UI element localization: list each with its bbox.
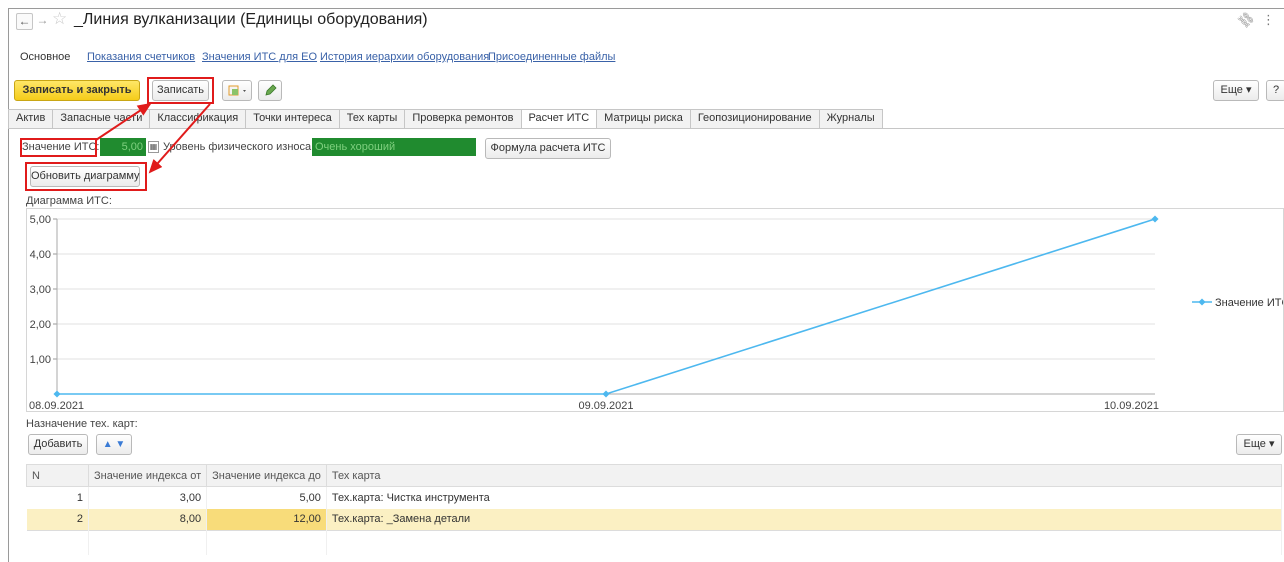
row-tech-card[interactable]: Тех.карта: Чистка инструмента	[326, 486, 1283, 509]
row-index-from[interactable]: 8,00	[88, 508, 208, 531]
wear-level-field[interactable]: Очень хороший	[312, 138, 476, 156]
tab-its-calculation[interactable]: Расчет ИТС	[520, 109, 598, 129]
table-empty-row	[26, 530, 1283, 555]
its-chart-svg: 5,00 4,00 3,00 2,00 1,00 08.09.2021 09.09.2021…	[29, 214, 1284, 412]
tab-risk-matrices[interactable]: Матрицы риска	[596, 109, 691, 128]
techcards-caption: Назначение тех. карт:	[26, 418, 138, 430]
col-tech-card[interactable]: Тех карта	[325, 464, 1283, 487]
row-n: 1	[26, 486, 89, 509]
chart-caption: Диаграмма ИТС:	[26, 195, 112, 207]
y-tick-label: 3,00	[30, 284, 51, 296]
y-tick-label: 1,00	[30, 354, 51, 366]
more-label: Еще	[1220, 84, 1243, 96]
y-tick-label: 4,00	[30, 249, 51, 261]
add-button[interactable]: Добавить	[28, 434, 88, 455]
annotation-arrows	[95, 102, 211, 174]
techcards-table: N Значение индекса от Значение индекса д…	[26, 464, 1283, 555]
its-formula-button[interactable]: Формула расчета ИТС	[485, 138, 611, 159]
legend-label: Значение ИТС	[1215, 297, 1283, 309]
tab-tech-cards[interactable]: Тех карты	[338, 109, 406, 128]
table-header: N Значение индекса от Значение индекса д…	[26, 464, 1283, 487]
help-button[interactable]: ?	[1266, 80, 1284, 101]
col-n[interactable]: N	[26, 464, 89, 487]
row-tech-card[interactable]: Тех.карта: _Замена детали	[326, 508, 1283, 531]
y-tick-label: 5,00	[30, 214, 51, 226]
table-more-button[interactable]: Еще ▾	[1236, 434, 1282, 455]
x-tick-label: 10.09.2021	[1104, 400, 1159, 411]
section-hierarchy-history[interactable]: История иерархии оборудования	[320, 51, 489, 63]
tab-journals[interactable]: Журналы	[818, 109, 883, 128]
move-down-icon[interactable]: ▼	[115, 439, 125, 450]
data-point	[1151, 215, 1159, 223]
data-point	[53, 390, 61, 398]
x-tick-label: 08.09.2021	[29, 400, 84, 411]
row-index-to[interactable]: 5,00	[206, 486, 327, 509]
col-index-to[interactable]: Значение индекса до	[206, 464, 327, 487]
move-buttons[interactable]: ▲ ▼	[96, 434, 132, 455]
row-index-from[interactable]: 3,00	[88, 486, 208, 509]
x-tick-label: 09.09.2021	[578, 400, 633, 411]
table-row[interactable]: 1 3,00 5,00 Тех.карта: Чистка инструмент…	[26, 486, 1283, 509]
toolbar-more-button[interactable]: Еще ▾	[1213, 80, 1259, 101]
tab-repair-check[interactable]: Проверка ремонтов	[404, 109, 522, 128]
col-index-from[interactable]: Значение индекса от	[87, 464, 208, 487]
y-tick-label: 2,00	[30, 319, 51, 331]
legend-marker	[1198, 298, 1206, 306]
row-index-to[interactable]: 12,00	[206, 508, 327, 531]
tab-geopositioning[interactable]: Геопозиционирование	[689, 109, 820, 128]
data-point	[602, 390, 610, 398]
its-chart: 5,00 4,00 3,00 2,00 1,00 08.09.2021 09.09.2021…	[26, 208, 1284, 412]
more-menu-icon[interactable]: ⋮	[1262, 12, 1275, 28]
series-line	[57, 218, 1156, 395]
row-n: 2	[26, 508, 89, 531]
section-attached-files[interactable]: Присоединенные файлы	[488, 51, 615, 63]
move-up-icon[interactable]: ▲	[103, 439, 113, 450]
table-more-label: Еще	[1243, 438, 1266, 450]
table-row[interactable]: 2 8,00 12,00 Тех.карта: _Замена детали	[26, 508, 1283, 531]
